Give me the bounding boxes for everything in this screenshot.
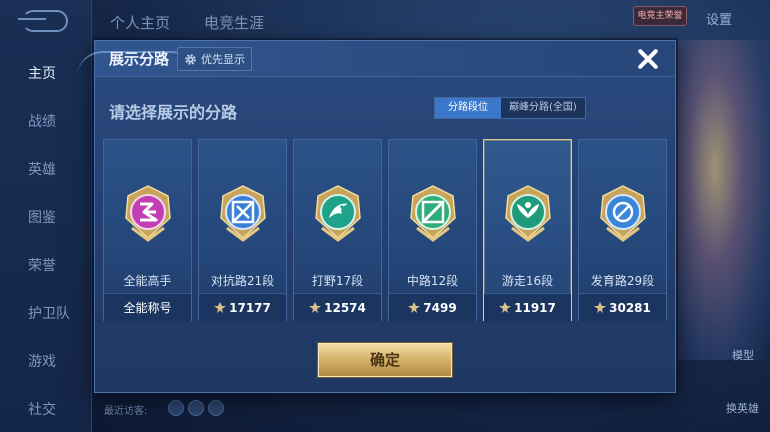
nav-item-games[interactable]: 游戏: [0, 348, 92, 396]
clash-lane-emblem-icon: [220, 185, 266, 242]
lane-card-footer: 全能称号: [104, 293, 191, 321]
lane-card-score: 17177: [229, 300, 271, 315]
lane-card-rank: 对抗路21段: [210, 274, 275, 288]
dialog-header: 展示分路 优先显示: [77, 41, 675, 77]
lane-card-rank: 全能高手: [123, 274, 172, 288]
lane-card-footer: 30281: [579, 293, 666, 321]
lane-card-title: 全能称号: [123, 301, 172, 315]
lane-card-selected[interactable]: 游走16段 11917: [483, 139, 572, 321]
avatar[interactable]: [188, 400, 204, 416]
mid-lane-emblem-icon: [410, 185, 456, 242]
toggle-option-lane-rank[interactable]: 分路段位: [435, 98, 501, 118]
tab-esports[interactable]: 电竞生涯: [204, 12, 264, 33]
lane-card-score: 30281: [609, 300, 651, 315]
nav-item-honor[interactable]: 荣誉: [0, 252, 92, 300]
nav-item-guard-team[interactable]: 护卫队: [0, 300, 92, 348]
confirm-button[interactable]: 确定: [318, 343, 452, 377]
close-icon[interactable]: [635, 46, 661, 72]
gear-icon: [185, 53, 196, 65]
lane-score-icon: [408, 302, 421, 313]
jungle-emblem-icon: [315, 185, 361, 242]
farm-lane-emblem-icon: [600, 185, 646, 242]
dialog-subtitle: 请选择展示的分路: [109, 103, 238, 122]
lane-card-list: 全能高手 全能称号 对抗路21段 17177 打野17段 12574 中路12段…: [103, 139, 667, 321]
dialog-title: 展示分路: [109, 50, 170, 68]
priority-display-label: 优先显示: [201, 53, 245, 66]
lane-card[interactable]: 中路12段 7499: [388, 139, 477, 321]
lane-card-score: 12574: [324, 300, 366, 315]
lane-card-score: 11917: [514, 300, 556, 315]
lane-card[interactable]: 打野17段 12574: [293, 139, 382, 321]
nav-item-records[interactable]: 战绩: [0, 108, 92, 156]
lane-card-footer: 7499: [389, 293, 476, 321]
roam-emblem-icon: [505, 185, 551, 242]
lane-card-footer: 12574: [294, 293, 381, 321]
nav-item-codex[interactable]: 图鉴: [0, 204, 92, 252]
nav-item-social[interactable]: 社交: [0, 396, 92, 432]
lane-score-icon: [309, 302, 322, 313]
change-hero-button[interactable]: 换英雄: [726, 400, 759, 416]
lane-card[interactable]: 发育路29段 30281: [578, 139, 667, 321]
settings-button[interactable]: 设置: [706, 9, 732, 28]
hero-portrait: [660, 40, 770, 360]
nav-item-heroes[interactable]: 英雄: [0, 156, 92, 204]
lane-display-dialog: 展示分路 优先显示 请选择展示的分路 分路段位 巅峰分路(全国) 全能高手 全能…: [77, 40, 676, 393]
back-icon[interactable]: [18, 10, 68, 32]
avatar[interactable]: [208, 400, 224, 416]
visitor-avatars: [168, 400, 224, 416]
toggle-option-peak-lane[interactable]: 巅峰分路(全国): [501, 98, 585, 118]
avatar[interactable]: [168, 400, 184, 416]
lane-card-rank: 发育路29段: [590, 274, 655, 288]
side-nav: 主页 战绩 英雄 图鉴 荣誉 护卫队 游戏 社交: [0, 0, 92, 432]
lane-score-icon: [499, 302, 512, 313]
recent-visitors-label: 最近访客:: [104, 406, 148, 417]
esports-badge: 电竞主荣誉: [633, 6, 687, 26]
lane-card-footer: 17177: [199, 293, 286, 321]
lane-card[interactable]: 对抗路21段 17177: [198, 139, 287, 321]
lane-card-score: 7499: [423, 300, 457, 315]
lane-score-icon: [594, 302, 607, 313]
lane-score-icon: [214, 302, 227, 313]
lane-card[interactable]: 全能高手 全能称号: [103, 139, 192, 321]
model-button[interactable]: 模型: [732, 347, 754, 363]
all-round-emblem-icon: [125, 185, 171, 242]
lane-mode-toggle: 分路段位 巅峰分路(全国): [434, 97, 586, 119]
side-nav-list: 主页 战绩 英雄 图鉴 荣誉 护卫队 游戏 社交: [0, 60, 92, 432]
lane-card-rank: 游走16段: [501, 274, 554, 288]
lane-card-rank: 打野17段: [311, 274, 364, 288]
tab-profile[interactable]: 个人主页: [110, 12, 170, 33]
lane-card-rank: 中路12段: [406, 274, 459, 288]
priority-display-button[interactable]: 优先显示: [177, 47, 252, 71]
lane-card-footer: 11917: [484, 293, 571, 321]
